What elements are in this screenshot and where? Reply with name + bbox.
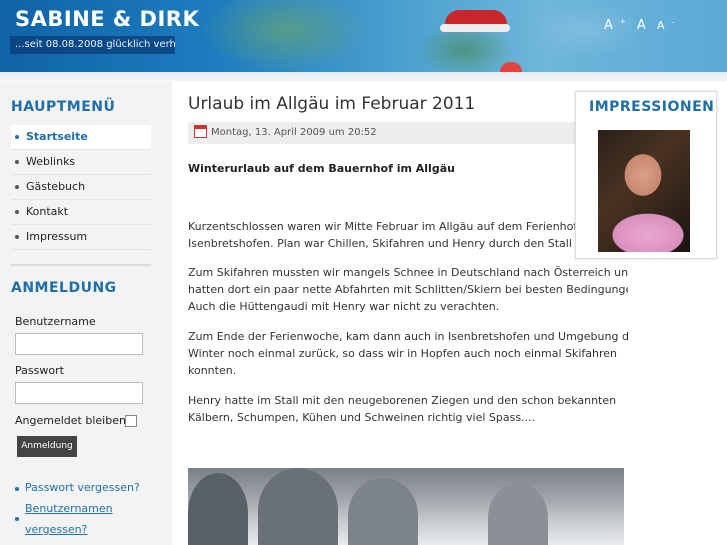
article-winter-photo: [188, 468, 624, 545]
remember-label: Angemeldet bleiben: [15, 414, 126, 427]
article-date: Montag, 13. April 2009 um 20:52: [211, 127, 377, 138]
font-decrease-button[interactable]: A-: [657, 19, 674, 33]
password-label: Passwort: [15, 364, 64, 377]
impressionen-title: IMPRESSIONEN: [589, 99, 715, 115]
article-paragraph: Kurzentschlossen waren wir Mitte Februar…: [188, 220, 596, 250]
calendar-icon: [194, 125, 207, 138]
forgot-password-link[interactable]: Passwort vergessen?: [25, 481, 140, 494]
article-title[interactable]: Urlaub im Allgäu im Februar 2011: [188, 94, 475, 114]
font-reset-button[interactable]: A: [637, 18, 646, 33]
photo-tree: [258, 468, 338, 545]
bullet-icon: [15, 210, 19, 214]
site-slogan: ...seit 08.08.2008 glücklich verh: [10, 36, 175, 54]
bullet-icon: [15, 487, 19, 491]
bullet-icon: [15, 135, 19, 139]
forgot-username-link-cont[interactable]: vergessen?: [25, 523, 87, 536]
site-title[interactable]: SABINE & DIRK: [15, 7, 199, 31]
font-increase-button[interactable]: A +: [604, 18, 626, 33]
font-size-controls: A + A A-: [604, 18, 681, 33]
photo-tree: [348, 478, 418, 545]
article-lead: Winterurlaub auf dem Bauernhof im Allgäu: [188, 162, 455, 175]
article-paragraph: Zum Skifahren mussten wir mangels Schnee…: [188, 266, 628, 313]
bullet-icon: [15, 235, 19, 239]
menu-item-impressum[interactable]: Impressum: [11, 225, 151, 250]
impressionen-photo[interactable]: [598, 130, 690, 252]
main-menu: Startseite Weblinks Gästebuch Kontakt Im…: [11, 125, 151, 250]
menu-item-startseite[interactable]: Startseite: [11, 125, 151, 150]
bullet-icon: [15, 160, 19, 164]
sidebar-divider: [11, 264, 151, 266]
forgot-username-link[interactable]: Benutzernamen: [25, 502, 113, 515]
article-paragraph: Zum Ende der Ferienwoche, kam dann auch …: [188, 330, 628, 377]
header-subbar: [0, 72, 727, 82]
photo-tree: [488, 483, 548, 545]
article-paragraph: Henry hatte im Stall mit den neugeborene…: [188, 394, 617, 424]
password-input[interactable]: [15, 382, 143, 404]
main-menu-title: HAUPTMENÜ: [11, 99, 116, 115]
username-label: Benutzername: [15, 315, 96, 328]
impressionen-module: IMPRESSIONEN: [575, 91, 717, 259]
photo-tree: [188, 473, 248, 545]
header-banner-image: [165, 0, 725, 72]
menu-item-gaestebuch[interactable]: Gästebuch: [11, 175, 151, 200]
bullet-icon: [15, 185, 19, 189]
bullet-icon: [15, 517, 19, 521]
site-header: SABINE & DIRK ...seit 08.08.2008 glückli…: [0, 0, 727, 72]
header-hat-band-graphic: [440, 24, 510, 32]
menu-item-weblinks[interactable]: Weblinks: [11, 150, 151, 175]
username-input[interactable]: [15, 333, 143, 355]
login-title: ANMELDUNG: [11, 280, 117, 296]
remember-checkbox[interactable]: [125, 415, 137, 427]
login-button[interactable]: Anmeldung: [17, 436, 77, 457]
menu-item-kontakt[interactable]: Kontakt: [11, 200, 151, 225]
